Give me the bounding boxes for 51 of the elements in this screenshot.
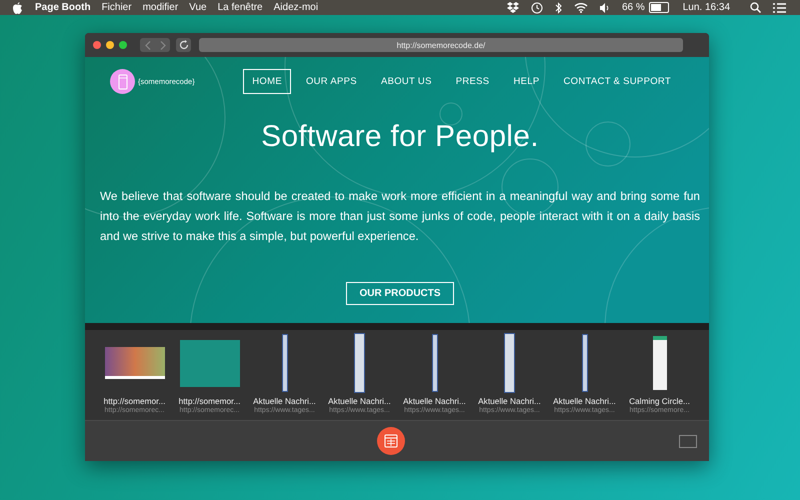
battery-percentage: 66 % [622, 2, 645, 13]
thumbnail-title: Aktuelle Nachri... [253, 396, 316, 406]
thumbnail-title: Aktuelle Nachri... [553, 396, 616, 406]
headline: Software for People. [260, 120, 540, 154]
webpage-thumbnail[interactable] [354, 333, 365, 393]
close-button[interactable] [93, 41, 101, 49]
webpage-thumbnail[interactable] [432, 334, 438, 392]
thumbnail-title: http://somemor... [104, 396, 166, 406]
thumbnail-title: http://somemor... [178, 396, 240, 406]
chevron-right-icon [160, 40, 166, 50]
nav-link[interactable]: HELP [504, 69, 548, 94]
intro-paragraph: We believe that software should be created to make work more efficient in a meaningful way and bring some fun into the everyday work life. Software is more than just some junks of code, people interact with it on a daily basis and we strive to make this a simple, but powerful experience. [100, 188, 700, 245]
layout-icon [384, 434, 398, 448]
nav-link[interactable]: OUR APPS [296, 69, 366, 94]
apple-icon[interactable] [12, 2, 23, 14]
webpage-thumbnail[interactable] [652, 336, 666, 390]
bluetooth-icon[interactable] [554, 2, 562, 14]
webpage-thumbnail[interactable] [282, 334, 288, 392]
dropbox-icon[interactable] [506, 2, 519, 13]
thumbnail-title: Aktuelle Nachri... [478, 396, 541, 406]
reload-button[interactable] [176, 38, 191, 52]
address-field[interactable]: http://somemorecode.de/ [199, 38, 683, 52]
menu-item[interactable]: Aidez-moi [274, 2, 318, 13]
thumbnail-title: Calming Circle... [629, 396, 690, 406]
webpage-thumbnail[interactable] [504, 333, 515, 393]
volume-icon[interactable] [600, 2, 610, 12]
webpage-thumbnail[interactable] [180, 340, 240, 386]
thumbnail-title: Aktuelle Nachri... [328, 396, 391, 406]
nav-link[interactable]: PRESS [446, 69, 498, 94]
minimize-button[interactable] [106, 41, 114, 49]
window-frame-icon[interactable] [679, 434, 697, 448]
nav-link[interactable]: HOME [243, 69, 291, 94]
menu-item[interactable]: Fichier [102, 2, 132, 13]
nav-link[interactable]: CONTACT & SUPPORT [554, 69, 680, 94]
thumbnail-title: Aktuelle Nachri... [403, 396, 466, 406]
battery-icon [648, 2, 669, 13]
list-icon[interactable] [773, 2, 786, 12]
nav-link[interactable]: ABOUT US [372, 69, 441, 94]
zoom-button[interactable] [119, 41, 127, 49]
photo-placeholder[interactable] [104, 347, 164, 379]
products-button[interactable]: OUR PRODUCTS [346, 282, 454, 305]
webpage-thumbnail[interactable] [582, 334, 588, 392]
capture-button[interactable] [377, 427, 405, 455]
menu-item[interactable]: Vue [189, 2, 207, 13]
search-icon[interactable] [750, 2, 761, 13]
clock-text: Lun. 16:34 [682, 2, 730, 13]
chevron-left-icon [144, 40, 150, 50]
menu-item[interactable]: modifier [142, 2, 178, 13]
wifi-icon[interactable] [574, 2, 588, 13]
app-menu[interactable]: Page Booth [35, 2, 91, 13]
menu-item[interactable]: La fenêtre [218, 2, 263, 13]
